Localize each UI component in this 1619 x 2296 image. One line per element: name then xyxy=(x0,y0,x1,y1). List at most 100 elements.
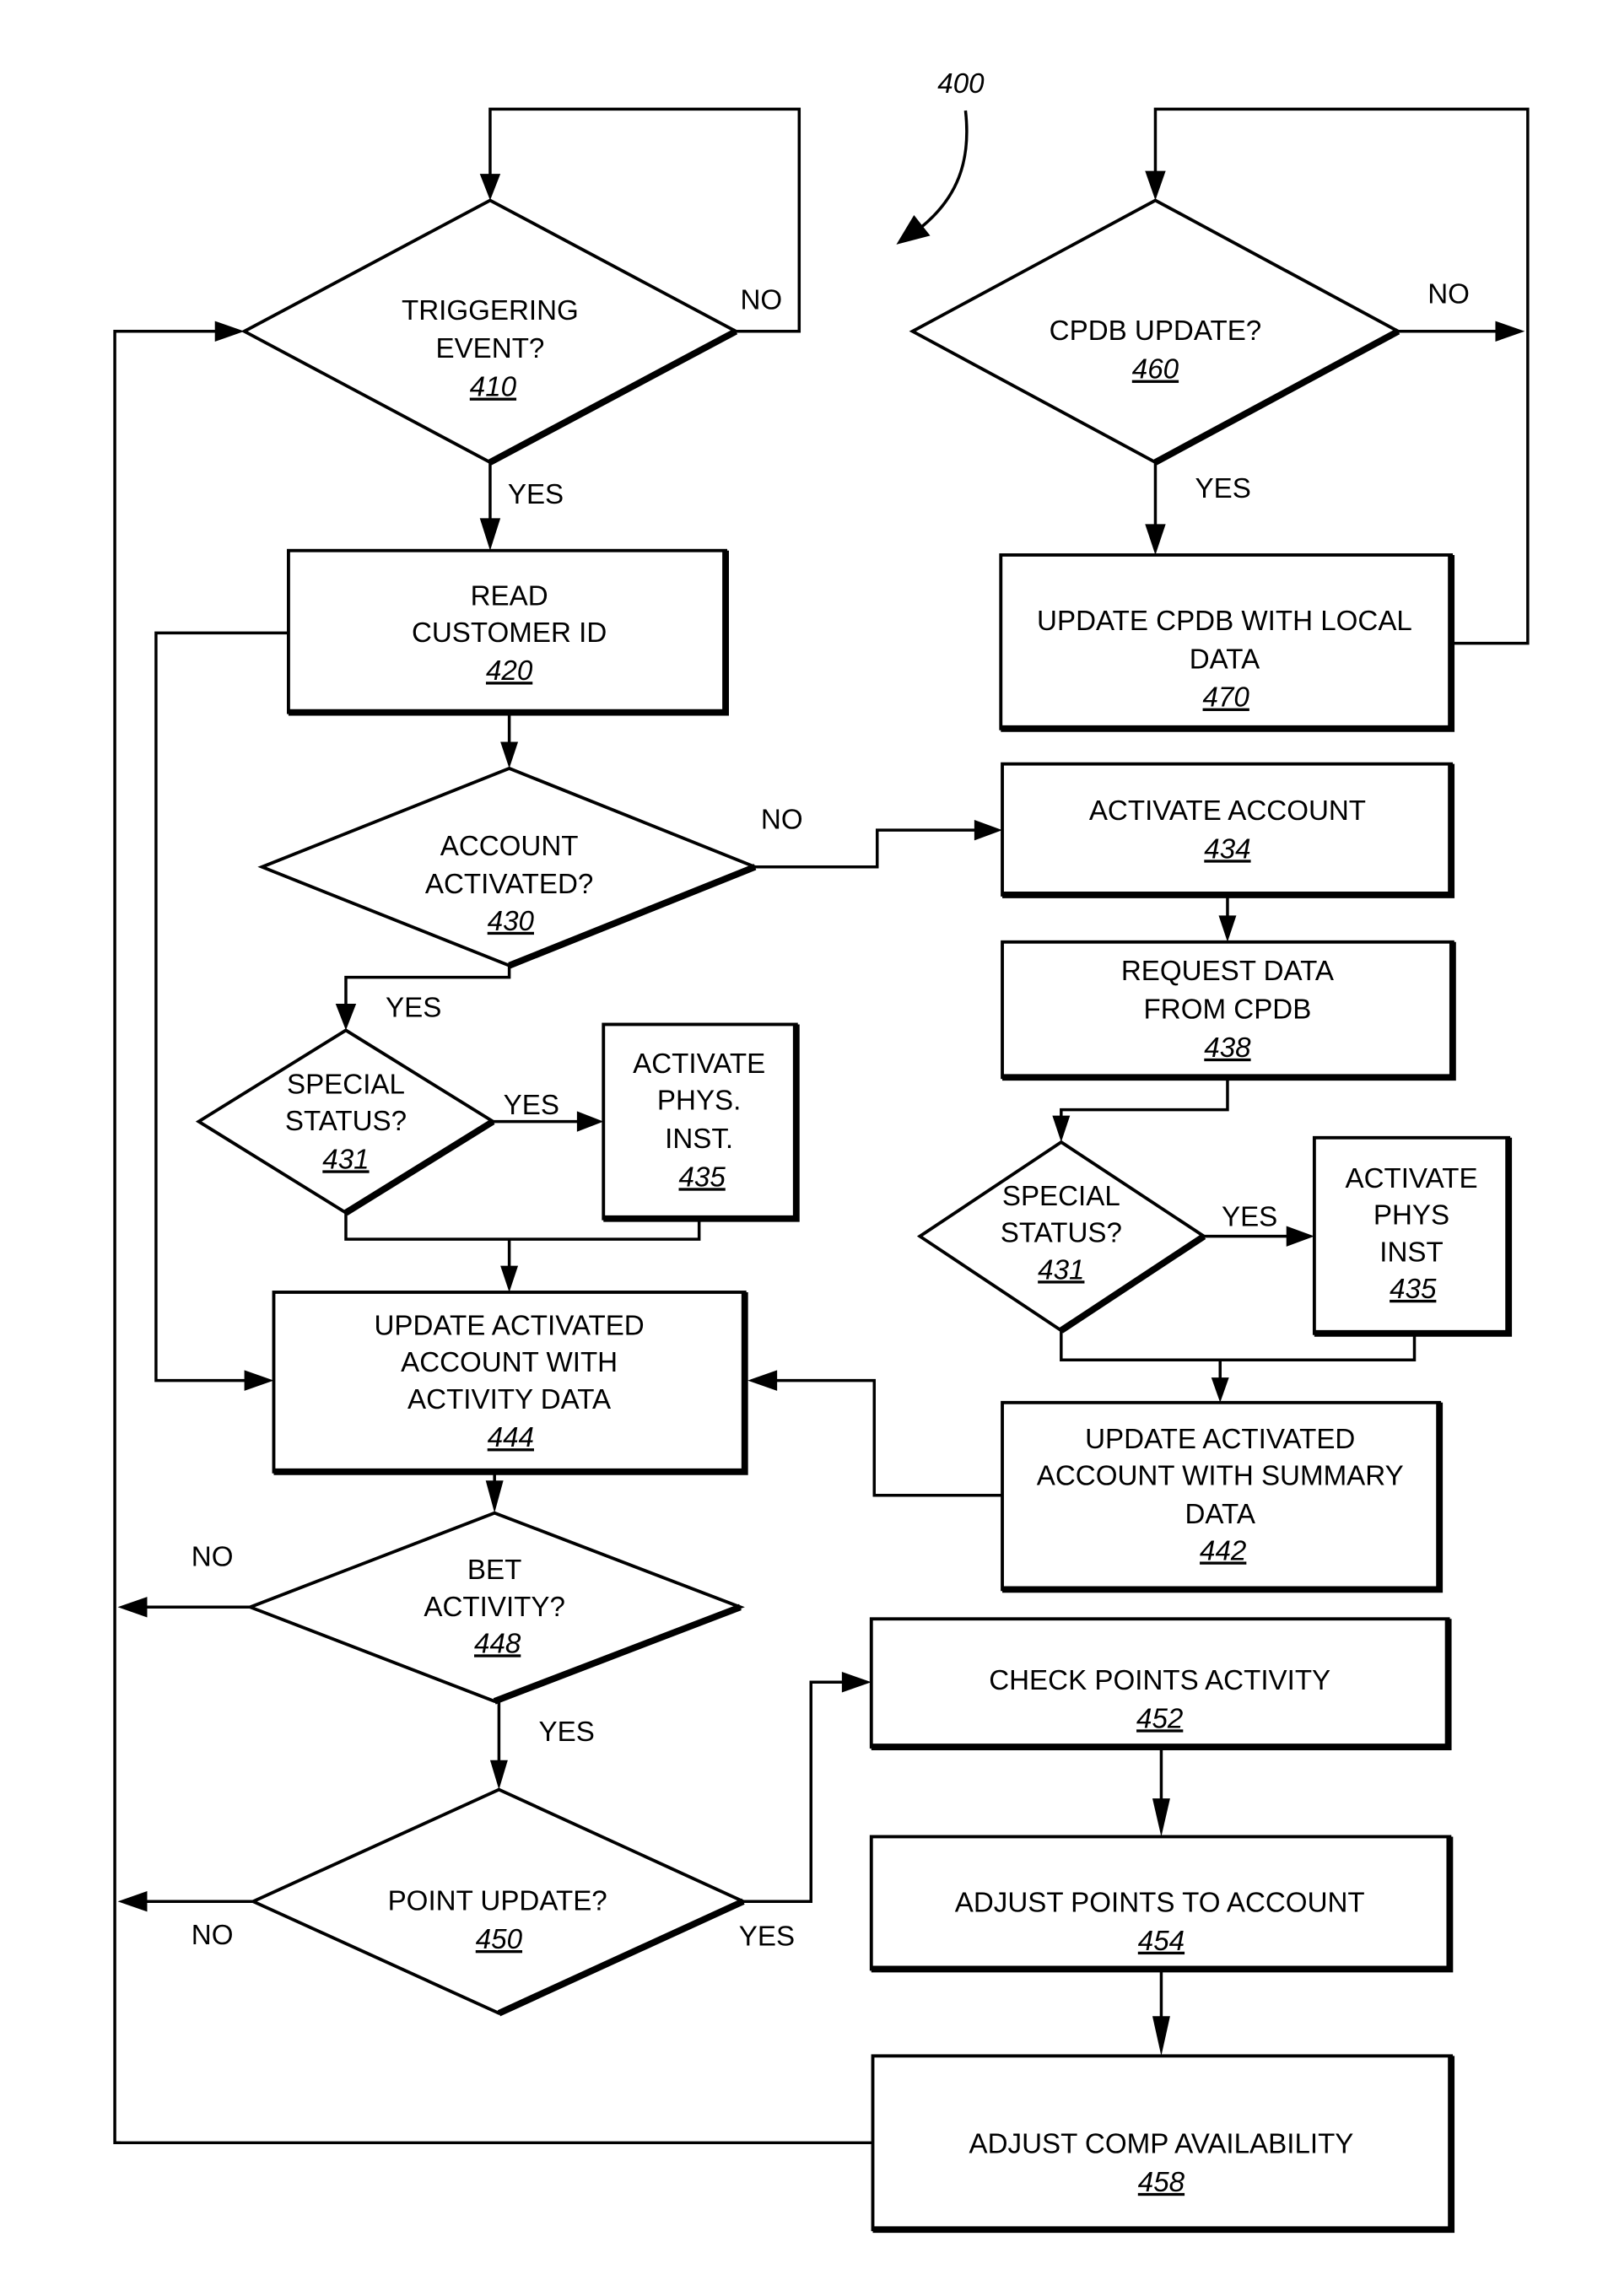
arrowhead xyxy=(479,174,501,201)
arrowhead xyxy=(1145,170,1166,201)
process-434[interactable]: ACTIVATE ACCOUNT 434 xyxy=(1001,762,1455,898)
node-text: ADJUST POINTS TO ACCOUNT xyxy=(955,1887,1365,1918)
node-ref: 444 xyxy=(488,1422,534,1453)
edge-label-430-yes: YES xyxy=(386,993,441,1024)
node-ref: 430 xyxy=(488,906,535,937)
edge-label-460-no: NO xyxy=(1427,279,1470,310)
arrowhead xyxy=(500,1265,519,1292)
node-text: TRIGGERING xyxy=(402,295,579,326)
arrowhead xyxy=(1211,1377,1229,1403)
edge-label-410-no: NO xyxy=(741,285,783,316)
process-438[interactable]: REQUEST DATA FROM CPDB 438 xyxy=(1001,940,1456,1081)
node-text: ACTIVATE xyxy=(633,1048,765,1080)
edge-label-448-yes: YES xyxy=(539,1717,595,1748)
arrowhead xyxy=(244,1370,274,1391)
process-435-right[interactable]: ACTIVATE PHYS INST 435 xyxy=(1312,1135,1513,1337)
node-ref: 448 xyxy=(474,1628,521,1659)
node-text: CPDB UPDATE? xyxy=(1050,315,1262,347)
node-text: SPECIAL xyxy=(1002,1181,1120,1212)
node-text: BET xyxy=(467,1555,521,1586)
arrowhead xyxy=(1495,321,1525,342)
edge-438-431 xyxy=(1060,1080,1229,1119)
node-text: DATA xyxy=(1185,1499,1256,1530)
node-ref: 435 xyxy=(679,1161,726,1193)
node-text: ACCOUNT WITH xyxy=(401,1347,618,1378)
edge-label-450-yes: YES xyxy=(739,1921,795,1953)
arrowhead xyxy=(117,1890,148,1912)
node-ref: 420 xyxy=(486,655,533,687)
node-text: UPDATE CPDB WITH LOCAL xyxy=(1037,606,1412,637)
arrowhead xyxy=(974,819,1003,841)
node-ref: 452 xyxy=(1136,1703,1183,1734)
edge-430-434 xyxy=(754,828,978,869)
node-text: CHECK POINTS ACTIVITY xyxy=(989,1665,1330,1696)
node-text: ACCOUNT xyxy=(440,831,579,862)
arrowhead xyxy=(214,321,245,342)
arrowhead xyxy=(1152,2016,1170,2056)
decision-410-shape xyxy=(240,198,740,465)
node-text: UPDATE ACTIVATED xyxy=(374,1311,644,1342)
node-text: ACTIVATED? xyxy=(425,869,593,900)
node-ref: 434 xyxy=(1204,833,1250,865)
node-text: READ xyxy=(471,580,548,612)
node-ref: 410 xyxy=(470,372,517,403)
decision-430[interactable]: ACCOUNT ACTIVATED? 430 xyxy=(257,766,760,969)
process-454[interactable]: ADJUST POINTS TO ACCOUNT 454 xyxy=(869,1835,1454,1973)
node-text: ACTIVATE xyxy=(1345,1163,1477,1194)
node-ref: 442 xyxy=(1200,1535,1246,1566)
node-ref: 460 xyxy=(1132,354,1179,385)
process-420[interactable]: READ CUSTOMER ID 420 xyxy=(287,548,729,716)
process-470[interactable]: UPDATE CPDB WITH LOCAL DATA 470 xyxy=(999,553,1455,732)
arrowhead xyxy=(500,741,519,768)
node-text: ACTIVITY? xyxy=(424,1592,565,1623)
arrowhead xyxy=(117,1597,148,1618)
process-444[interactable]: UPDATE ACTIVATED ACCOUNT WITH ACTIVITY D… xyxy=(272,1291,748,1475)
node-text: ACTIVITY DATA xyxy=(407,1384,612,1415)
figure-label: 400 xyxy=(896,68,985,245)
node-text: ACCOUNT WITH SUMMARY xyxy=(1037,1461,1404,1492)
edge-label-431-right-yes: YES xyxy=(1222,1201,1277,1232)
figure-pointer-arrowhead xyxy=(896,214,931,245)
arrowhead xyxy=(335,1004,357,1031)
node-text: PHYS. xyxy=(657,1086,741,1117)
decision-410[interactable]: TRIGGERING EVENT? 410 xyxy=(240,198,740,466)
node-ref: 458 xyxy=(1138,2167,1185,2198)
edge-label-460-yes: YES xyxy=(1195,473,1251,504)
decision-448[interactable]: BET ACTIVITY? 448 xyxy=(246,1511,745,1705)
process-442[interactable]: UPDATE ACTIVATED ACCOUNT WITH SUMMARY DA… xyxy=(1001,1400,1444,1593)
arrowhead xyxy=(1286,1226,1314,1247)
edge-label-410-yes: YES xyxy=(508,479,564,510)
node-ref: 431 xyxy=(1038,1254,1084,1285)
process-435-left[interactable]: ACTIVATE PHYS. INST. 435 xyxy=(602,1022,800,1222)
node-text: STATUS? xyxy=(285,1106,407,1137)
node-ref: 470 xyxy=(1203,682,1250,714)
node-text: CUSTOMER ID xyxy=(412,617,607,649)
node-text: POINT UPDATE? xyxy=(388,1886,607,1917)
node-text: EVENT? xyxy=(435,333,544,364)
process-458[interactable]: ADJUST COMP AVAILABILITY 458 xyxy=(871,2054,1455,2234)
edge-420-444 xyxy=(154,631,289,1382)
process-434-shape xyxy=(1001,762,1454,897)
edge-label-448-no: NO xyxy=(192,1541,234,1572)
node-text: ACTIVATE ACCOUNT xyxy=(1089,795,1366,827)
edge-450-452 xyxy=(742,1680,845,1903)
decision-431-left[interactable]: SPECIAL STATUS? 431 xyxy=(195,1028,497,1216)
node-ref: 431 xyxy=(322,1144,369,1175)
process-452[interactable]: CHECK POINTS ACTIVITY 452 xyxy=(869,1617,1452,1750)
decision-460[interactable]: CPDB UPDATE? 460 xyxy=(909,198,1402,466)
decision-450[interactable]: POINT UPDATE? 450 xyxy=(249,1787,747,2017)
arrowhead xyxy=(479,518,501,551)
arrowhead xyxy=(1052,1115,1071,1143)
node-text: FROM CPDB xyxy=(1144,994,1312,1025)
flowchart: 400 NO TRIGGERING EVENT? 410 YES READ CU… xyxy=(113,68,1530,2234)
node-text: UPDATE ACTIVATED xyxy=(1085,1424,1355,1455)
arrowhead xyxy=(1152,1798,1170,1837)
node-ref: 435 xyxy=(1390,1274,1437,1305)
arrowhead xyxy=(747,1370,778,1391)
decision-431-right[interactable]: SPECIAL STATUS? 431 xyxy=(916,1140,1207,1334)
node-text: SPECIAL xyxy=(287,1069,405,1100)
edge-return-to-410 xyxy=(113,330,219,2145)
arrowhead xyxy=(489,1760,508,1790)
arrowhead xyxy=(841,1672,872,1693)
node-text: ADJUST COMP AVAILABILITY xyxy=(969,2129,1353,2160)
